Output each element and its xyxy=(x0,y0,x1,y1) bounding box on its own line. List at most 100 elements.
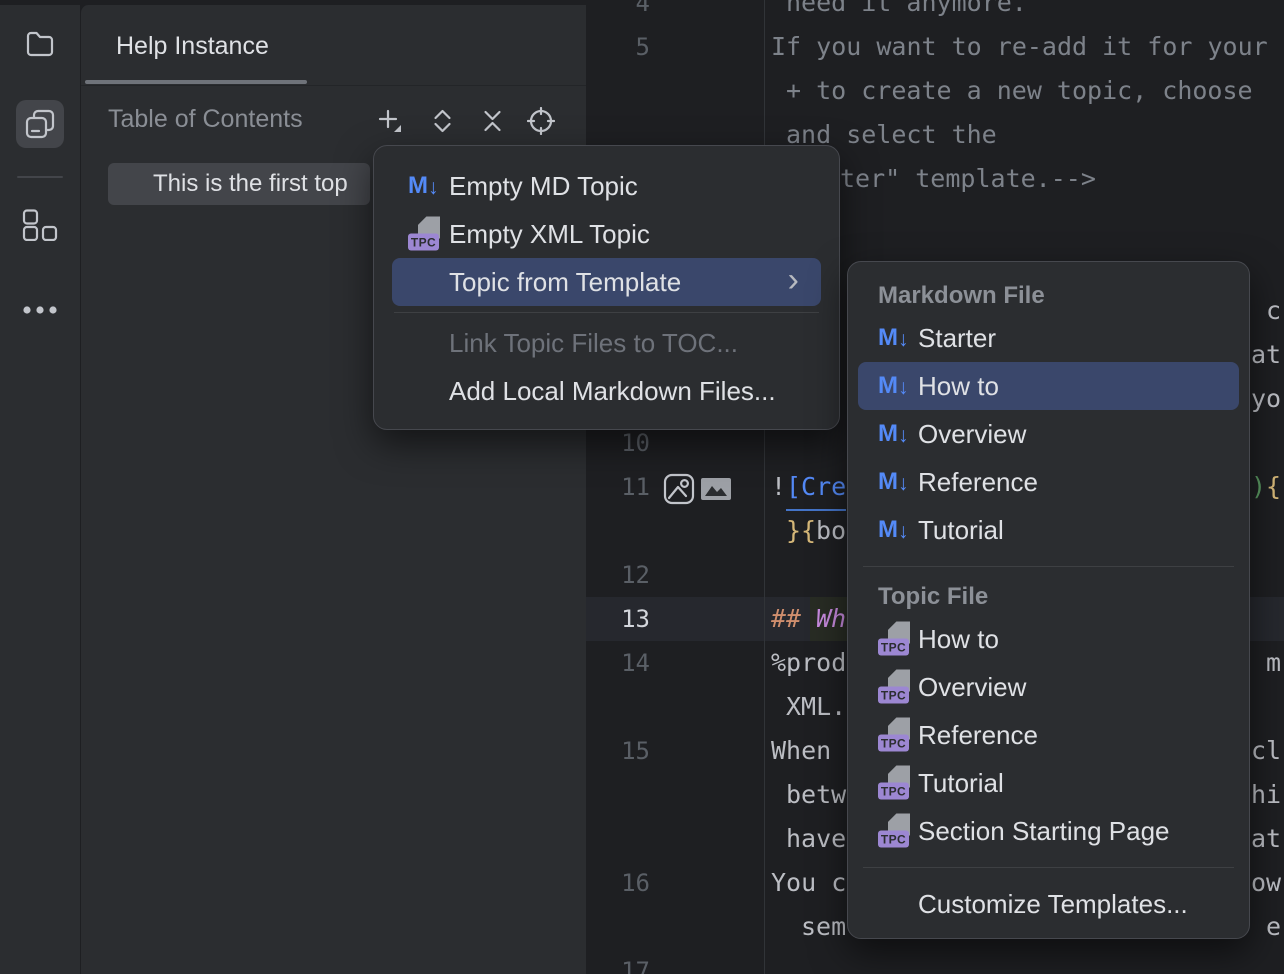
image-preview-gutter-icon[interactable] xyxy=(662,472,696,506)
line-number: 12 xyxy=(586,553,650,597)
code-line-15: When xyxy=(771,729,831,773)
expand-all-icon xyxy=(431,109,454,133)
documentation-tool-button[interactable] xyxy=(16,100,64,148)
markdown-file-icon: M↓ xyxy=(878,516,909,544)
add-topic-context-menu: M↓ Empty MD Topic TPC Empty XML Topic To… xyxy=(373,145,840,430)
submenu-divider xyxy=(863,867,1234,868)
code-fragment-paren: ) xyxy=(1251,465,1266,509)
folder-icon xyxy=(23,27,57,61)
image-gutter-icon[interactable] xyxy=(701,478,731,500)
menu-item-label: Empty MD Topic xyxy=(449,171,638,202)
tool-window-bar xyxy=(0,5,80,974)
code-line-4: need it anymore. xyxy=(786,0,1027,25)
submenu-item-customize-templates[interactable]: Customize Templates... xyxy=(858,880,1239,928)
tree-item-label: This is the first top xyxy=(153,163,348,205)
markdown-file-icon: M↓ xyxy=(408,172,439,200)
code-fragment: at xyxy=(1251,817,1281,861)
code-fragment: m xyxy=(1266,641,1281,685)
line-number: 4 xyxy=(586,0,650,25)
markdown-file-icon: M↓ xyxy=(878,468,909,496)
menu-item-label: Add Local Markdown Files... xyxy=(449,376,776,407)
code-line-13-heading: Wh xyxy=(816,597,846,641)
expand-all-button[interactable] xyxy=(424,103,460,139)
code-line-15-wrap1: betw xyxy=(786,773,846,817)
submenu-item-how-to-topic[interactable]: TPC How to xyxy=(858,615,1239,663)
code-fragment: c xyxy=(1266,289,1281,333)
submenu-divider xyxy=(863,566,1234,567)
markdown-file-icon: M↓ xyxy=(878,372,909,400)
menu-item-label: Link Topic Files to TOC... xyxy=(449,328,738,359)
code-fragment-brace: { xyxy=(1266,465,1281,509)
code-line-11: ! xyxy=(771,465,786,509)
markdown-file-icon: M↓ xyxy=(878,420,909,448)
structure-tool-button[interactable] xyxy=(16,201,64,249)
line-number: 11 xyxy=(586,465,650,509)
submenu-item-reference-md[interactable]: M↓ Reference xyxy=(858,458,1239,506)
app-window: Help Instance Table of Contents xyxy=(0,0,1284,974)
panel-header-divider xyxy=(81,85,587,86)
code-line-16: You c xyxy=(771,861,846,905)
code-line-11-link: [Cre xyxy=(786,465,846,511)
collapse-all-button[interactable] xyxy=(474,103,510,139)
submenu-item-label: Overview xyxy=(918,419,1026,450)
line-number: 15 xyxy=(586,729,650,773)
project-folder-button[interactable] xyxy=(16,20,64,68)
line-number-current: 13 xyxy=(586,597,650,641)
submenu-item-overview-topic[interactable]: TPC Overview xyxy=(858,663,1239,711)
submenu-item-label: Section Starting Page xyxy=(918,816,1170,847)
menu-item-empty-xml-topic[interactable]: TPC Empty XML Topic xyxy=(392,210,821,258)
locate-file-button[interactable] xyxy=(523,103,559,139)
submenu-item-tutorial-topic[interactable]: TPC Tutorial xyxy=(858,759,1239,807)
menu-item-topic-from-template[interactable]: Topic from Template › xyxy=(392,258,821,306)
toc-tree-item-selected[interactable]: This is the first top xyxy=(108,163,370,205)
menu-divider xyxy=(394,312,819,313)
submenu-item-label: Starter xyxy=(918,323,996,354)
line-number: 17 xyxy=(586,949,650,974)
topic-file-icon: TPC xyxy=(878,670,912,705)
menu-item-empty-md-topic[interactable]: M↓ Empty MD Topic xyxy=(392,162,821,210)
submenu-item-reference-topic[interactable]: TPC Reference xyxy=(858,711,1239,759)
submenu-item-starter[interactable]: M↓ Starter xyxy=(858,314,1239,362)
topics-icon xyxy=(24,108,56,140)
topic-file-icon: TPC xyxy=(408,217,442,252)
panel-title[interactable]: Help Instance xyxy=(116,32,269,61)
code-fragment: at xyxy=(1251,333,1281,377)
topic-file-icon: TPC xyxy=(878,718,912,753)
menu-item-label: Topic from Template xyxy=(449,267,681,298)
topic-file-icon: TPC xyxy=(878,766,912,801)
submenu-item-label: How to xyxy=(918,371,999,402)
code-fragment: e xyxy=(1266,905,1281,949)
more-icon xyxy=(22,305,58,315)
submenu-item-overview-md[interactable]: M↓ Overview xyxy=(858,410,1239,458)
submenu-item-label: Overview xyxy=(918,672,1026,703)
submenu-item-label: Reference xyxy=(918,720,1038,751)
line-number: 5 xyxy=(586,25,650,69)
submenu-item-label: Tutorial xyxy=(918,515,1004,546)
collapse-all-icon xyxy=(481,109,504,133)
markdown-file-icon: M↓ xyxy=(878,324,909,352)
submenu-item-label: Customize Templates... xyxy=(918,889,1188,920)
menu-item-add-local-markdown[interactable]: Add Local Markdown Files... xyxy=(392,367,821,415)
add-topic-button[interactable] xyxy=(372,103,408,139)
topic-file-icon: TPC xyxy=(878,814,912,849)
menu-item-label: Empty XML Topic xyxy=(449,219,650,250)
submenu-section-header: Markdown File xyxy=(848,278,1249,314)
code-fragment: yo xyxy=(1251,377,1281,421)
code-fragment: cl xyxy=(1251,729,1281,773)
toc-header-label: Table of Contents xyxy=(108,105,303,134)
line-number: 14 xyxy=(586,641,650,685)
submenu-item-how-to-md[interactable]: M↓ How to xyxy=(858,362,1239,410)
structure-icon xyxy=(22,209,58,241)
code-fragment: hi xyxy=(1251,773,1281,817)
code-line-5-wrap1: + to create a new topic, choose xyxy=(786,69,1253,113)
crosshair-icon xyxy=(527,107,555,135)
submenu-item-label: How to xyxy=(918,624,999,655)
submenu-item-tutorial-md[interactable]: M↓ Tutorial xyxy=(858,506,1239,554)
line-number: 16 xyxy=(586,861,650,905)
more-tools-button[interactable] xyxy=(16,286,64,334)
code-fragment: ow xyxy=(1251,861,1281,905)
code-line-16-wrap: sem xyxy=(801,905,846,949)
submenu-item-label: Reference xyxy=(918,467,1038,498)
submenu-item-section-starting-page[interactable]: TPC Section Starting Page xyxy=(858,807,1239,855)
code-line-13-marker: ## xyxy=(771,597,801,641)
